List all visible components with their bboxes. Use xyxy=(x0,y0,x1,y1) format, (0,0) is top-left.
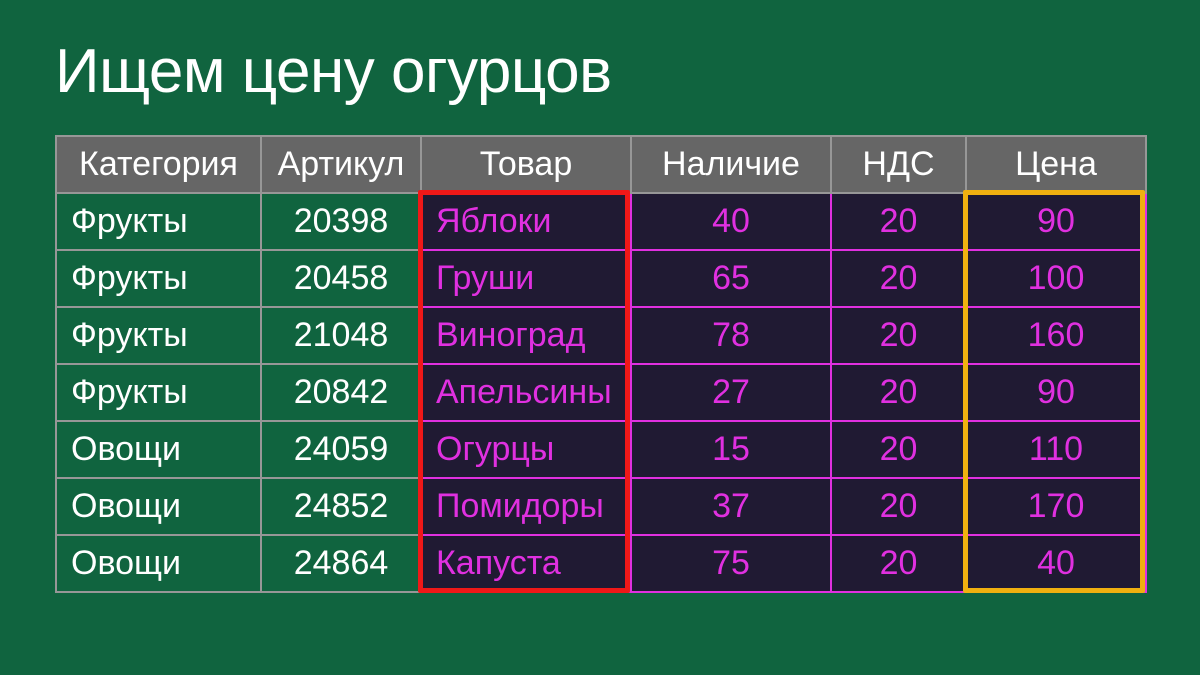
cell-sku: 24864 xyxy=(261,535,421,592)
cell-stock: 75 xyxy=(631,535,831,592)
col-header-sku: Артикул xyxy=(261,136,421,193)
cell-stock: 78 xyxy=(631,307,831,364)
cell-stock: 15 xyxy=(631,421,831,478)
cell-price: 160 xyxy=(966,307,1146,364)
cell-stock: 27 xyxy=(631,364,831,421)
table-body: Фрукты 20398 Яблоки 40 20 90 Фрукты 2045… xyxy=(56,193,1146,592)
cell-sku: 20458 xyxy=(261,250,421,307)
cell-category: Овощи xyxy=(56,535,261,592)
cell-price: 90 xyxy=(966,193,1146,250)
cell-category: Овощи xyxy=(56,478,261,535)
cell-category: Фрукты xyxy=(56,250,261,307)
cell-product: Виноград xyxy=(421,307,631,364)
cell-product: Апельсины xyxy=(421,364,631,421)
table-row: Овощи 24852 Помидоры 37 20 170 xyxy=(56,478,1146,535)
cell-product: Огурцы xyxy=(421,421,631,478)
data-table: Категория Артикул Товар Наличие НДС Цена… xyxy=(55,135,1147,593)
cell-product: Груши xyxy=(421,250,631,307)
cell-price: 110 xyxy=(966,421,1146,478)
cell-price: 100 xyxy=(966,250,1146,307)
cell-vat: 20 xyxy=(831,250,966,307)
cell-stock: 65 xyxy=(631,250,831,307)
table-row: Фрукты 20842 Апельсины 27 20 90 xyxy=(56,364,1146,421)
col-header-price: Цена xyxy=(966,136,1146,193)
col-header-product: Товар xyxy=(421,136,631,193)
table-row: Фрукты 21048 Виноград 78 20 160 xyxy=(56,307,1146,364)
cell-product: Яблоки xyxy=(421,193,631,250)
cell-product: Помидоры xyxy=(421,478,631,535)
page-title: Ищем цену огурцов xyxy=(55,36,1145,107)
table-row: Овощи 24059 Огурцы 15 20 110 xyxy=(56,421,1146,478)
cell-category: Фрукты xyxy=(56,364,261,421)
cell-vat: 20 xyxy=(831,307,966,364)
cell-sku: 24059 xyxy=(261,421,421,478)
cell-category: Фрукты xyxy=(56,307,261,364)
cell-vat: 20 xyxy=(831,364,966,421)
table-row: Овощи 24864 Капуста 75 20 40 xyxy=(56,535,1146,592)
cell-vat: 20 xyxy=(831,421,966,478)
cell-category: Овощи xyxy=(56,421,261,478)
cell-stock: 37 xyxy=(631,478,831,535)
cell-product: Капуста xyxy=(421,535,631,592)
cell-sku: 20398 xyxy=(261,193,421,250)
cell-vat: 20 xyxy=(831,478,966,535)
cell-sku: 20842 xyxy=(261,364,421,421)
cell-stock: 40 xyxy=(631,193,831,250)
table-row: Фрукты 20398 Яблоки 40 20 90 xyxy=(56,193,1146,250)
table-header-row: Категория Артикул Товар Наличие НДС Цена xyxy=(56,136,1146,193)
cell-price: 170 xyxy=(966,478,1146,535)
cell-price: 40 xyxy=(966,535,1146,592)
data-table-wrap: Категория Артикул Товар Наличие НДС Цена… xyxy=(55,135,1145,593)
col-header-stock: Наличие xyxy=(631,136,831,193)
col-header-category: Категория xyxy=(56,136,261,193)
table-row: Фрукты 20458 Груши 65 20 100 xyxy=(56,250,1146,307)
col-header-vat: НДС xyxy=(831,136,966,193)
cell-vat: 20 xyxy=(831,193,966,250)
cell-price: 90 xyxy=(966,364,1146,421)
cell-vat: 20 xyxy=(831,535,966,592)
cell-category: Фрукты xyxy=(56,193,261,250)
cell-sku: 24852 xyxy=(261,478,421,535)
cell-sku: 21048 xyxy=(261,307,421,364)
